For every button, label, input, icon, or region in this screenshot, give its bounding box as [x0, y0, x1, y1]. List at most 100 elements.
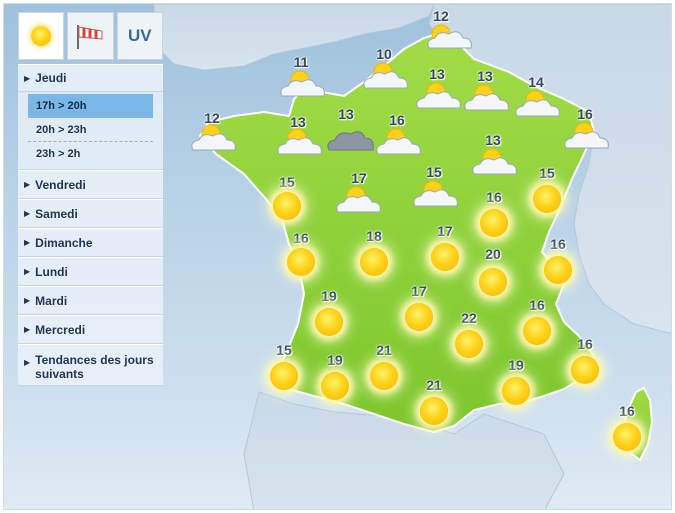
sun-icon [533, 185, 561, 213]
map-marker[interactable]: 16 [480, 189, 508, 237]
day-label: Mercredi [35, 322, 86, 337]
map-marker[interactable]: 16 [544, 236, 572, 284]
temperature-label: 15 [539, 165, 555, 181]
temperature-label: 19 [327, 352, 343, 368]
map-marker[interactable]: 16 [287, 230, 315, 276]
map-marker[interactable]: 17 [405, 283, 433, 331]
map-marker[interactable]: 13 [416, 66, 461, 109]
day-label: Lundi [35, 264, 68, 279]
partly-cloudy-icon [515, 90, 560, 117]
day-label: Tendances des jours suivants [35, 353, 154, 381]
tab-weather[interactable] [18, 12, 65, 60]
day-list: ▶ Jeudi 17h > 20h 20h > 23h 23h > 2h ▶ V… [18, 64, 163, 386]
partly-cloudy-icon [336, 186, 381, 213]
map-marker[interactable]: 21 [370, 342, 398, 390]
day-sunday[interactable]: ▶ Dimanche [18, 228, 163, 257]
tab-uv[interactable]: UV [116, 12, 163, 60]
temperature-label: 16 [550, 236, 566, 252]
temperature-label: 10 [376, 46, 392, 62]
map-marker[interactable]: 13 [327, 106, 374, 151]
map-marker[interactable]: 16 [564, 106, 609, 149]
map-marker[interactable]: 16 [613, 403, 641, 451]
map-marker[interactable]: 20 [479, 246, 507, 296]
map-marker[interactable]: 10 [363, 46, 408, 89]
map-marker[interactable]: 19 [315, 288, 343, 336]
expand-arrow-icon: ▶ [24, 209, 31, 218]
temperature-label: 19 [508, 357, 524, 373]
expand-arrow-icon: ▶ [24, 238, 31, 247]
sun-icon [613, 423, 641, 451]
temperature-label: 13 [429, 66, 445, 82]
map-marker[interactable]: 19 [502, 357, 530, 405]
partly-cloudy-icon [472, 148, 517, 175]
temperature-label: 13 [485, 132, 501, 148]
map-marker[interactable]: 19 [321, 352, 349, 400]
temperature-label: 16 [293, 230, 309, 246]
day-monday[interactable]: ▶ Lundi [18, 257, 163, 286]
partly-cloudy-icon [191, 124, 236, 151]
day-thursday[interactable]: ▶ Jeudi [18, 64, 163, 92]
day-wednesday[interactable]: ▶ Mercredi [18, 315, 163, 344]
sun-icon [455, 330, 483, 358]
map-marker[interactable]: 17 [336, 170, 381, 213]
temperature-label: 21 [376, 342, 392, 358]
windsock-icon [77, 25, 103, 49]
map-marker[interactable]: 12 [427, 8, 472, 49]
temperature-label: 16 [529, 297, 545, 313]
sun-icon [420, 397, 448, 425]
expand-arrow-icon: ▶ [24, 180, 31, 189]
map-marker[interactable]: 16 [376, 112, 421, 155]
map-marker[interactable]: 21 [420, 377, 448, 425]
day-saturday[interactable]: ▶ Samedi [18, 199, 163, 228]
time-slot-list: 17h > 20h 20h > 23h 23h > 2h [18, 92, 163, 170]
partly-cloudy-icon [277, 128, 322, 155]
expand-arrow-icon: ▶ [24, 296, 31, 305]
map-marker[interactable]: 13 [472, 132, 517, 175]
temperature-label: 16 [577, 106, 593, 122]
map-marker[interactable]: 15 [270, 342, 298, 390]
temperature-label: 21 [426, 377, 442, 393]
partly-cloudy-icon [363, 62, 408, 89]
map-marker[interactable]: 11 [280, 54, 325, 97]
partly-cloudy-icon [413, 180, 458, 207]
map-marker[interactable]: 16 [523, 297, 551, 345]
expand-arrow-icon: ▶ [24, 358, 31, 367]
map-marker[interactable]: 12 [191, 110, 236, 151]
time-slot-20h-23h[interactable]: 20h > 23h [28, 118, 153, 142]
forecast-map: 12 11 10 13 13 14 12 13 13 16 16 13 15 1… [3, 3, 672, 510]
map-marker[interactable]: 14 [515, 74, 560, 117]
map-marker[interactable]: 15 [413, 164, 458, 207]
time-slot-17h-20h[interactable]: 17h > 20h [28, 94, 153, 118]
map-marker[interactable]: 17 [431, 223, 459, 271]
temperature-label: 13 [338, 106, 354, 122]
temperature-label: 19 [321, 288, 337, 304]
day-trends[interactable]: ▶ Tendances des jours suivants [18, 344, 163, 386]
map-marker[interactable]: 13 [464, 68, 509, 111]
map-marker[interactable]: 15 [273, 174, 301, 220]
temperature-label: 16 [577, 336, 593, 352]
expand-arrow-icon: ▶ [24, 267, 31, 276]
map-marker[interactable]: 18 [360, 228, 388, 276]
map-marker[interactable]: 22 [455, 310, 483, 358]
day-label: Mardi [35, 293, 68, 308]
sun-icon [287, 248, 315, 276]
map-marker[interactable]: 15 [533, 165, 561, 213]
partly-cloudy-icon [464, 84, 509, 111]
map-marker[interactable]: 16 [571, 336, 599, 384]
day-label: Dimanche [35, 235, 93, 250]
sun-icon [479, 268, 507, 296]
map-marker[interactable]: 13 [277, 114, 322, 155]
uv-label: UV [128, 26, 152, 45]
day-friday[interactable]: ▶ Vendredi [18, 170, 163, 199]
sun-icon [273, 192, 301, 220]
time-slot-23h-2h[interactable]: 23h > 2h [28, 142, 153, 166]
day-label: Vendredi [35, 177, 86, 192]
day-label: Samedi [35, 206, 78, 221]
sun-icon [502, 377, 530, 405]
tab-wind[interactable] [67, 12, 114, 60]
temperature-label: 15 [279, 174, 295, 190]
day-tuesday[interactable]: ▶ Mardi [18, 286, 163, 315]
sun-icon [405, 303, 433, 331]
sun-icon [523, 317, 551, 345]
partly-cloudy-icon [427, 24, 472, 49]
